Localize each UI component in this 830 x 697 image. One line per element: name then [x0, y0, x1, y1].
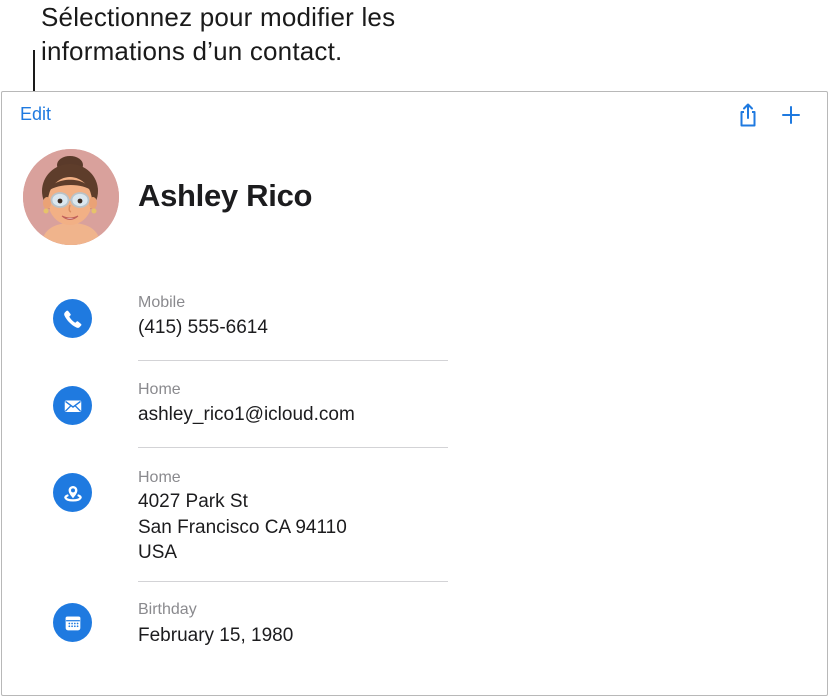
- email-button[interactable]: [53, 386, 92, 425]
- separator: [138, 360, 448, 361]
- callout-text: Sélectionnez pour modifier les informati…: [41, 0, 395, 68]
- calendar-icon: [65, 616, 80, 630]
- share-icon: [740, 103, 756, 127]
- location-pin-icon: [63, 485, 82, 502]
- email-address[interactable]: ashley_rico1@icloud.com: [138, 402, 355, 428]
- phone-icon: [63, 310, 81, 328]
- share-button[interactable]: [737, 102, 759, 128]
- calendar-button[interactable]: [53, 603, 92, 642]
- envelope-icon: [64, 400, 81, 412]
- callout-line-2: informations d’un contact.: [41, 36, 343, 66]
- separator: [138, 581, 448, 582]
- phone-number[interactable]: (415) 555-6614: [138, 315, 268, 341]
- field-label: Home: [138, 381, 181, 398]
- map-button[interactable]: [53, 473, 92, 512]
- separator: [138, 447, 448, 448]
- plus-icon: [782, 106, 800, 124]
- contact-card: [1, 91, 828, 696]
- callout-line-1: Sélectionnez pour modifier les: [41, 2, 396, 32]
- edit-button[interactable]: Edit: [20, 104, 51, 125]
- memoji-avatar-image: [23, 149, 119, 245]
- field-label: Mobile: [138, 294, 186, 311]
- birthday-date[interactable]: February 15, 1980: [138, 623, 293, 649]
- phone-button[interactable]: [53, 299, 92, 338]
- add-contact-button[interactable]: [780, 104, 802, 126]
- field-label: Birthday: [138, 601, 197, 618]
- avatar[interactable]: [23, 149, 119, 245]
- field-label: Home: [138, 469, 181, 486]
- street-address[interactable]: 4027 Park St San Francisco CA 94110 USA: [138, 489, 347, 566]
- contact-name: Ashley Rico: [138, 178, 313, 213]
